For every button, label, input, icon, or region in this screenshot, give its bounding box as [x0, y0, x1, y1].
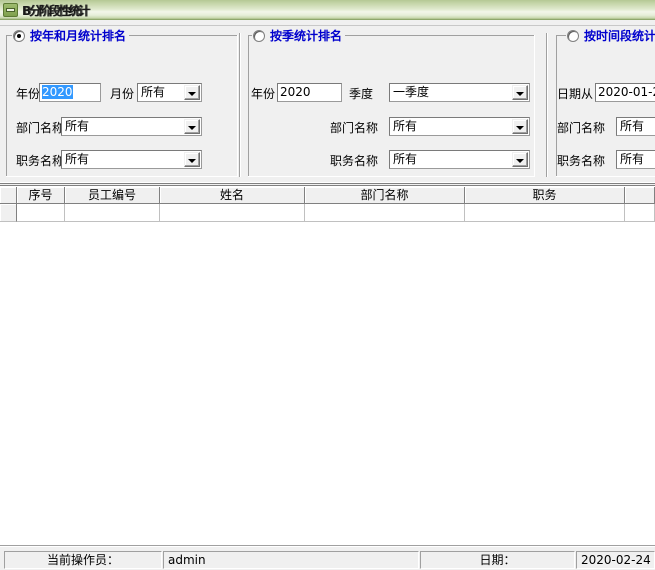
label-job-3: 职务名称: [557, 154, 606, 168]
panel-date-range-header[interactable]: 按时间段统计: [566, 28, 655, 43]
table-cell[interactable]: [160, 204, 305, 222]
window-minimize-icon: [3, 3, 18, 17]
select-dept-1[interactable]: 所有: [61, 117, 202, 136]
status-bar: 当前操作员： admin 日期： 2020-02-24: [0, 544, 655, 570]
window-title: B分阶段性统计: [22, 4, 90, 18]
select-job-3[interactable]: 所有: [616, 150, 655, 169]
select-job-1-value: 所有: [65, 152, 90, 166]
select-quarter-value: 一季度: [393, 85, 430, 99]
select-month-value: 所有: [141, 85, 166, 99]
select-dept-3[interactable]: 所有: [616, 117, 655, 136]
panel-quarter-header[interactable]: 按季统计排名: [252, 28, 346, 43]
label-quarter: 季度: [349, 87, 374, 101]
radio-quarter[interactable]: [253, 29, 265, 42]
row-selector[interactable]: [0, 204, 17, 222]
status-date-value: 2020-02-24: [576, 551, 655, 569]
chevron-down-icon[interactable]: [512, 85, 528, 100]
select-month[interactable]: 所有: [137, 83, 202, 102]
select-job-2[interactable]: 所有: [389, 150, 530, 169]
chevron-down-icon[interactable]: [512, 119, 528, 134]
select-job-3-value: 所有: [620, 152, 645, 166]
grid-header-cell[interactable]: 部门名称: [305, 187, 465, 204]
input-year-2-value: 2020: [280, 85, 311, 99]
label-month: 月份: [110, 87, 135, 101]
filter-area: 按年和月统计排名 年份 2020 月份 所有 部门名称 所有 职务名称 所有 按…: [0, 27, 655, 179]
table-cell[interactable]: [65, 204, 160, 222]
panel-divider-2: [546, 33, 548, 177]
panel-date-range-label: 按时间段统计: [584, 29, 655, 43]
chevron-down-icon[interactable]: [184, 85, 200, 100]
results-grid[interactable]: 序号 员工编号 姓名 部门名称 职务: [0, 182, 655, 544]
status-operator-value: admin: [163, 551, 419, 569]
grid-header-row: 序号 员工编号 姓名 部门名称 职务: [0, 187, 655, 204]
table-row[interactable]: [0, 204, 655, 222]
application-window: B分阶段性统计 按年和月统计排名 年份 2020 月份 所有 部门名称 所有 职…: [0, 0, 655, 570]
select-dept-2[interactable]: 所有: [389, 117, 530, 136]
panel-year-and-month-header[interactable]: 按年和月统计排名: [12, 28, 130, 43]
chevron-down-icon[interactable]: [184, 119, 200, 134]
status-date-label: 日期：: [420, 551, 575, 569]
status-bar-divider: [0, 545, 655, 547]
table-cell[interactable]: [17, 204, 65, 222]
select-dept-2-value: 所有: [393, 119, 418, 133]
table-cell[interactable]: [625, 204, 655, 222]
select-dept-3-value: 所有: [620, 119, 645, 133]
select-dept-1-value: 所有: [65, 119, 90, 133]
grid-header-cell-overflow[interactable]: [625, 187, 655, 204]
label-dept-1: 部门名称: [16, 121, 65, 135]
input-year-1-value: 2020: [42, 85, 73, 99]
select-job-1[interactable]: 所有: [61, 150, 202, 169]
table-cell[interactable]: [305, 204, 465, 222]
select-job-2-value: 所有: [393, 152, 418, 166]
grid-header-cell[interactable]: 员工编号: [65, 187, 160, 204]
title-bar-underline: [0, 21, 655, 26]
label-year-1: 年份: [16, 87, 41, 101]
input-date-from[interactable]: 2020-01-25: [595, 83, 655, 102]
title-bar: B分阶段性统计: [0, 0, 655, 20]
panel-year-and-month-label: 按年和月统计排名: [30, 29, 127, 43]
input-date-from-value: 2020-01-25: [598, 85, 655, 99]
status-operator-label: 当前操作员：: [4, 551, 162, 569]
label-dept-2: 部门名称: [330, 121, 379, 135]
label-job-1: 职务名称: [16, 154, 65, 168]
grid-top-edge: [0, 183, 655, 186]
chevron-down-icon[interactable]: [512, 152, 528, 167]
panel-divider-1: [239, 33, 241, 177]
chevron-down-icon[interactable]: [184, 152, 200, 167]
grid-header-cell[interactable]: 姓名: [160, 187, 305, 204]
input-year-2[interactable]: 2020: [277, 83, 342, 102]
label-job-2: 职务名称: [330, 154, 379, 168]
input-year-1[interactable]: 2020: [39, 83, 101, 102]
grid-header-cell[interactable]: 职务: [465, 187, 625, 204]
select-quarter[interactable]: 一季度: [389, 83, 530, 102]
grid-header-selector: [0, 187, 17, 204]
label-date-from: 日期从: [557, 87, 594, 101]
label-dept-3: 部门名称: [557, 121, 606, 135]
table-cell[interactable]: [465, 204, 625, 222]
radio-date-range[interactable]: [567, 29, 579, 42]
panel-quarter-label: 按季统计排名: [270, 29, 343, 43]
grid-header-cell[interactable]: 序号: [17, 187, 65, 204]
radio-year-and-month[interactable]: [13, 29, 25, 42]
label-year-2: 年份: [251, 87, 276, 101]
grid-empty-body[interactable]: [0, 222, 655, 544]
